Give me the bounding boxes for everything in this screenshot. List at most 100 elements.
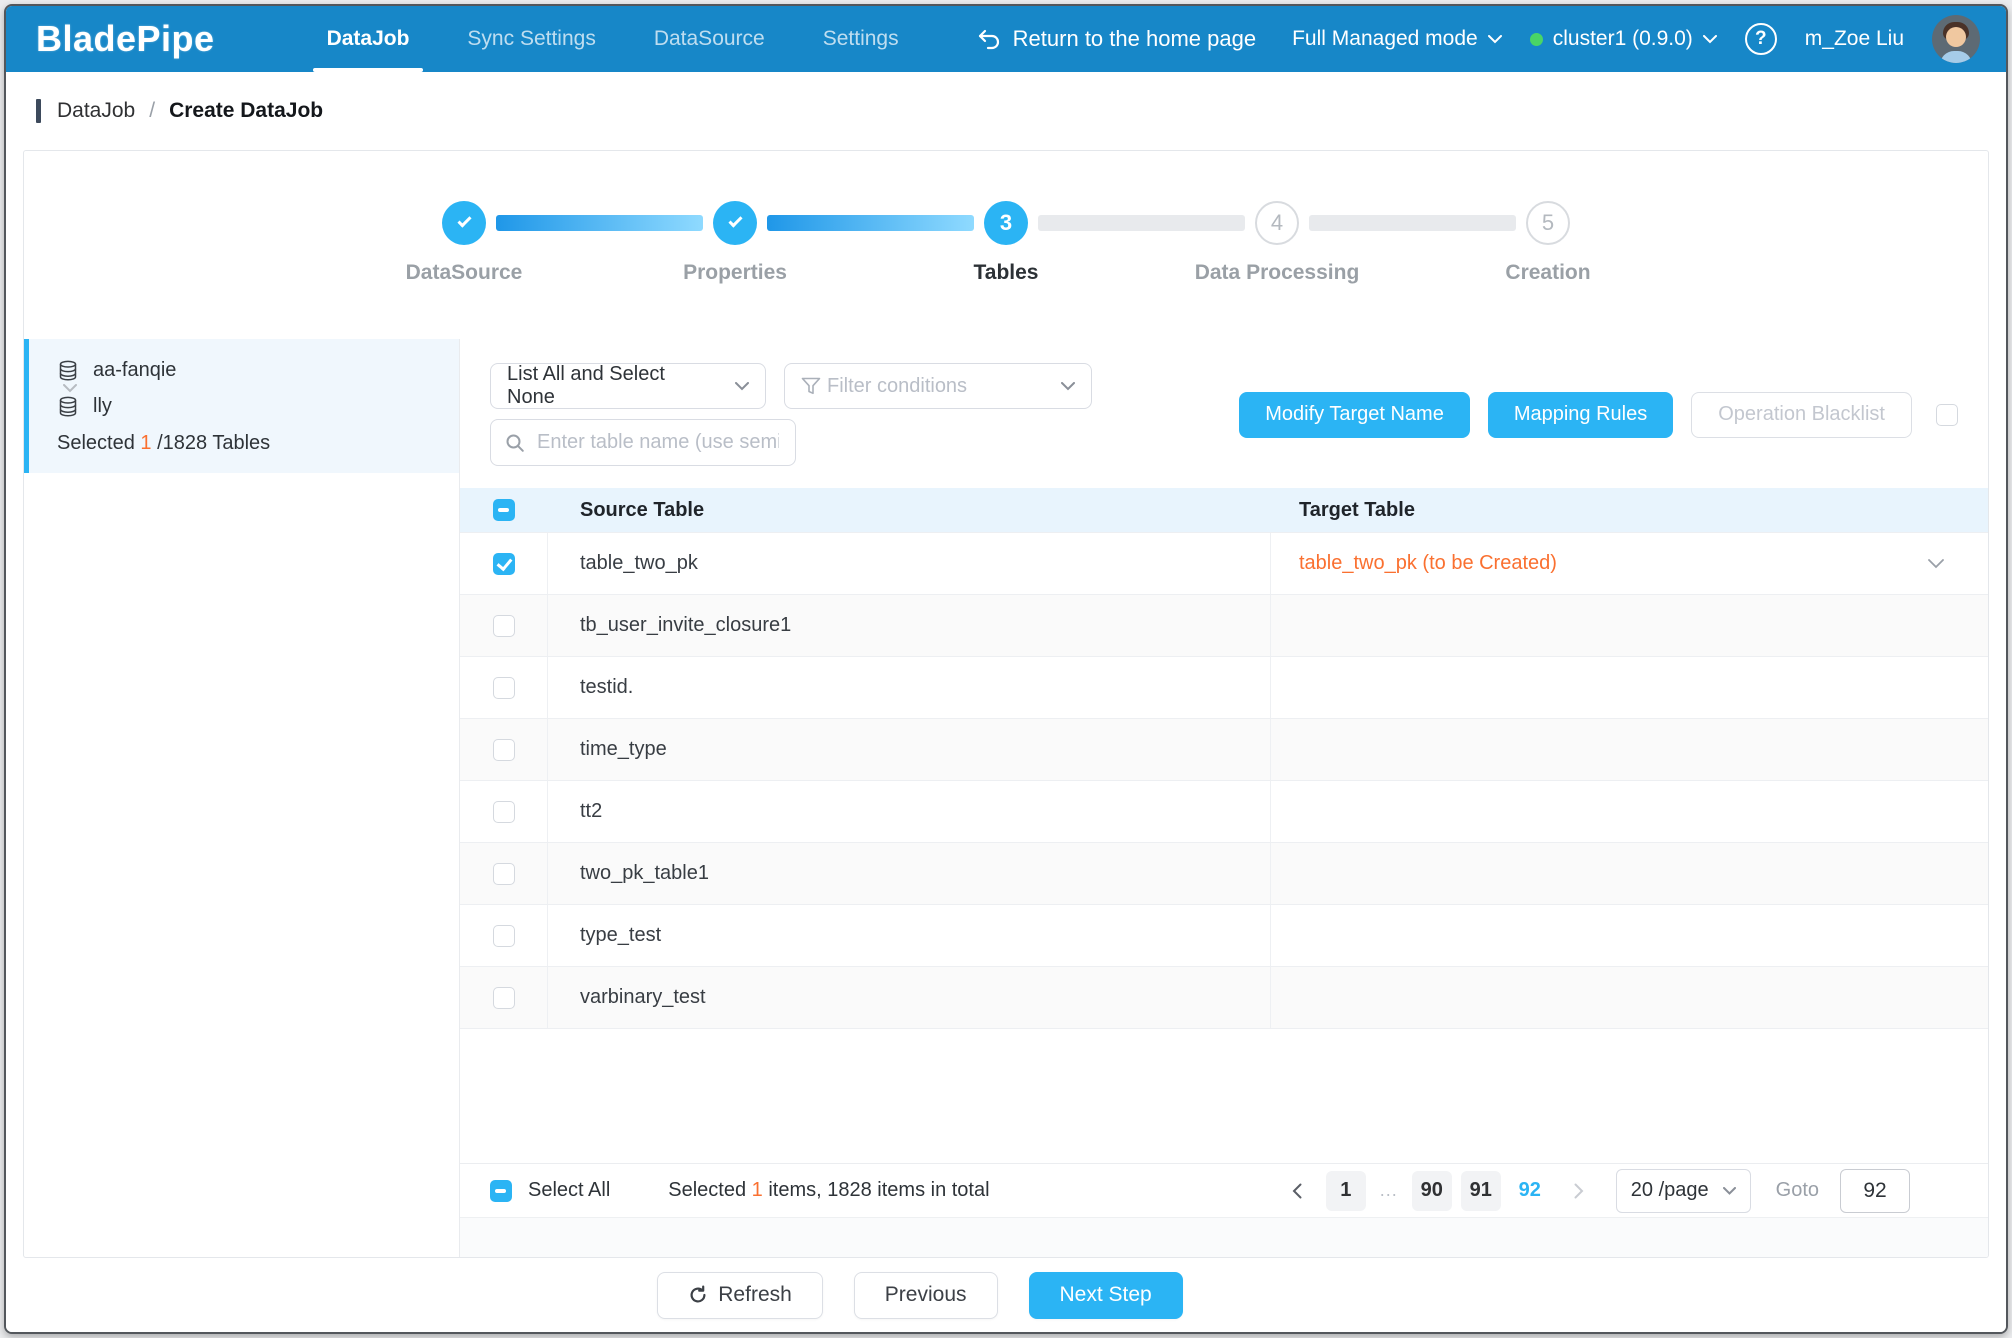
step-creation: 5 Creation (1526, 201, 1570, 245)
table-toolbar: List All and Select None Filter conditio… (460, 339, 1988, 466)
chevron-down-icon (1061, 382, 1075, 391)
mapping-rules-button[interactable]: Mapping Rules (1488, 392, 1673, 438)
select-all-checkbox[interactable] (490, 1180, 512, 1202)
target-table-cell (1271, 967, 1988, 1028)
next-page-button[interactable] (1559, 1171, 1599, 1211)
check-icon (713, 201, 757, 245)
page-button-current[interactable]: 92 (1510, 1171, 1550, 1211)
page-button[interactable]: 1 (1326, 1171, 1366, 1211)
row-checkbox[interactable] (493, 553, 515, 575)
app-window: BladePipe DataJob Sync Settings DataSour… (4, 4, 2008, 1334)
step-properties: Properties (713, 201, 757, 245)
page-button[interactable]: 91 (1461, 1171, 1501, 1211)
prev-page-button[interactable] (1277, 1171, 1317, 1211)
page-button[interactable]: 90 (1412, 1171, 1452, 1211)
selected-database-panel[interactable]: aa-fanqie lly Selected 1 /1828 Tables (24, 339, 459, 473)
cluster-dropdown[interactable]: cluster1 (0.9.0) (1530, 27, 1717, 51)
target-table-cell (1271, 781, 1988, 842)
table-row[interactable]: time_type (460, 718, 1988, 780)
chevron-down-icon (1488, 35, 1502, 44)
list-mode-select[interactable]: List All and Select None (490, 363, 766, 409)
table-row[interactable]: table_two_pk table_two_pk (to be Created… (460, 532, 1988, 594)
return-icon (977, 28, 1001, 50)
stepper: DataSource Properties 3 Tables 4 Data Pr… (24, 151, 1988, 339)
target-table-dropdown[interactable]: table_two_pk (to be Created) (1271, 533, 1988, 594)
search-icon (505, 433, 525, 453)
page-size-select[interactable]: 20 /page (1616, 1169, 1751, 1213)
column-target-table: Target Table (1271, 488, 1988, 532)
cluster-status-dot (1530, 33, 1543, 46)
next-step-button[interactable]: Next Step (1029, 1272, 1183, 1319)
breadcrumb-accent-bar (36, 99, 41, 123)
step-connector (496, 215, 703, 231)
row-checkbox[interactable] (493, 987, 515, 1009)
table-row[interactable]: tb_user_invite_closure1 (460, 594, 1988, 656)
target-table-cell (1271, 595, 1988, 656)
filter-conditions-select[interactable]: Filter conditions (784, 363, 1092, 409)
selection-summary: Selected 1 items, 1828 items in total (668, 1179, 989, 1202)
help-icon[interactable]: ? (1745, 23, 1777, 55)
search-input[interactable] (535, 430, 781, 455)
bladepipe-logo: BladePipe (36, 18, 215, 60)
refresh-button[interactable]: Refresh (657, 1272, 823, 1319)
row-checkbox[interactable] (493, 863, 515, 885)
table-row[interactable]: type_test (460, 904, 1988, 966)
chevron-down-icon (735, 382, 749, 391)
previous-button[interactable]: Previous (854, 1272, 998, 1319)
row-checkbox[interactable] (493, 739, 515, 761)
chevron-down-icon (1928, 559, 1944, 569)
tables-main: List All and Select None Filter conditio… (460, 339, 1988, 1257)
chevron-down-icon (1723, 1187, 1736, 1195)
goto-page-input[interactable] (1840, 1169, 1910, 1213)
wizard-actions: Refresh Previous Next Step (6, 1258, 2006, 1332)
table-header: Source Table Target Table (460, 488, 1988, 532)
row-checkbox[interactable] (493, 925, 515, 947)
goto-label: Goto (1776, 1179, 1819, 1202)
table-row[interactable]: tt2 (460, 780, 1988, 842)
row-checkbox[interactable] (493, 615, 515, 637)
header-checkbox[interactable] (493, 499, 515, 521)
modify-target-name-button[interactable]: Modify Target Name (1239, 392, 1470, 438)
table-row[interactable]: two_pk_table1 (460, 842, 1988, 904)
source-database-item[interactable]: aa-fanqie (57, 359, 441, 382)
table-search (490, 419, 796, 466)
source-table-cell: type_test (548, 905, 1271, 966)
check-icon (442, 201, 486, 245)
nav-tab-datajob[interactable]: DataJob (311, 6, 426, 72)
table-body: table_two_pk table_two_pk (to be Created… (460, 532, 1988, 1029)
target-table-cell (1271, 719, 1988, 780)
nav-tab-datasource[interactable]: DataSource (638, 6, 781, 72)
footer-spacer (460, 1217, 1988, 1257)
step-connector (1038, 215, 1245, 231)
step-connector (1309, 215, 1516, 231)
source-table-cell: varbinary_test (548, 967, 1271, 1028)
breadcrumb-parent[interactable]: DataJob (57, 99, 135, 123)
column-source-table: Source Table (548, 488, 1271, 532)
row-checkbox[interactable] (493, 801, 515, 823)
step-datasource: DataSource (442, 201, 486, 245)
source-table-cell: tb_user_invite_closure1 (548, 595, 1271, 656)
filter-icon (801, 377, 821, 396)
chevron-down-icon (1703, 35, 1717, 44)
target-database-item[interactable]: lly (57, 395, 441, 418)
blacklist-checkbox[interactable] (1936, 404, 1958, 426)
source-table-cell: table_two_pk (548, 533, 1271, 594)
avatar[interactable] (1932, 15, 1980, 63)
target-table-cell (1271, 657, 1988, 718)
selected-tables-count: Selected 1 /1828 Tables (57, 432, 441, 455)
table-row[interactable]: testid. (460, 656, 1988, 718)
table-footer: Select All Selected 1 items, 1828 items … (460, 1163, 1988, 1217)
tables-table: Source Table Target Table table_two_pk t… (460, 488, 1988, 1029)
user-name[interactable]: m_Zoe Liu (1805, 27, 1904, 51)
table-row[interactable]: varbinary_test (460, 966, 1988, 1028)
nav-tab-settings[interactable]: Settings (807, 6, 915, 72)
database-icon (57, 360, 79, 382)
operation-blacklist-button[interactable]: Operation Blacklist (1691, 392, 1912, 438)
navbar-right: Full Managed mode cluster1 (0.9.0) ? m_Z… (1292, 15, 2006, 63)
row-checkbox[interactable] (493, 677, 515, 699)
managed-mode-dropdown[interactable]: Full Managed mode (1292, 27, 1502, 51)
step-data-processing: 4 Data Processing (1255, 201, 1299, 245)
page-title: Create DataJob (169, 99, 323, 123)
nav-tab-sync-settings[interactable]: Sync Settings (451, 6, 611, 72)
return-home-button[interactable]: Return to the home page (977, 26, 1256, 52)
